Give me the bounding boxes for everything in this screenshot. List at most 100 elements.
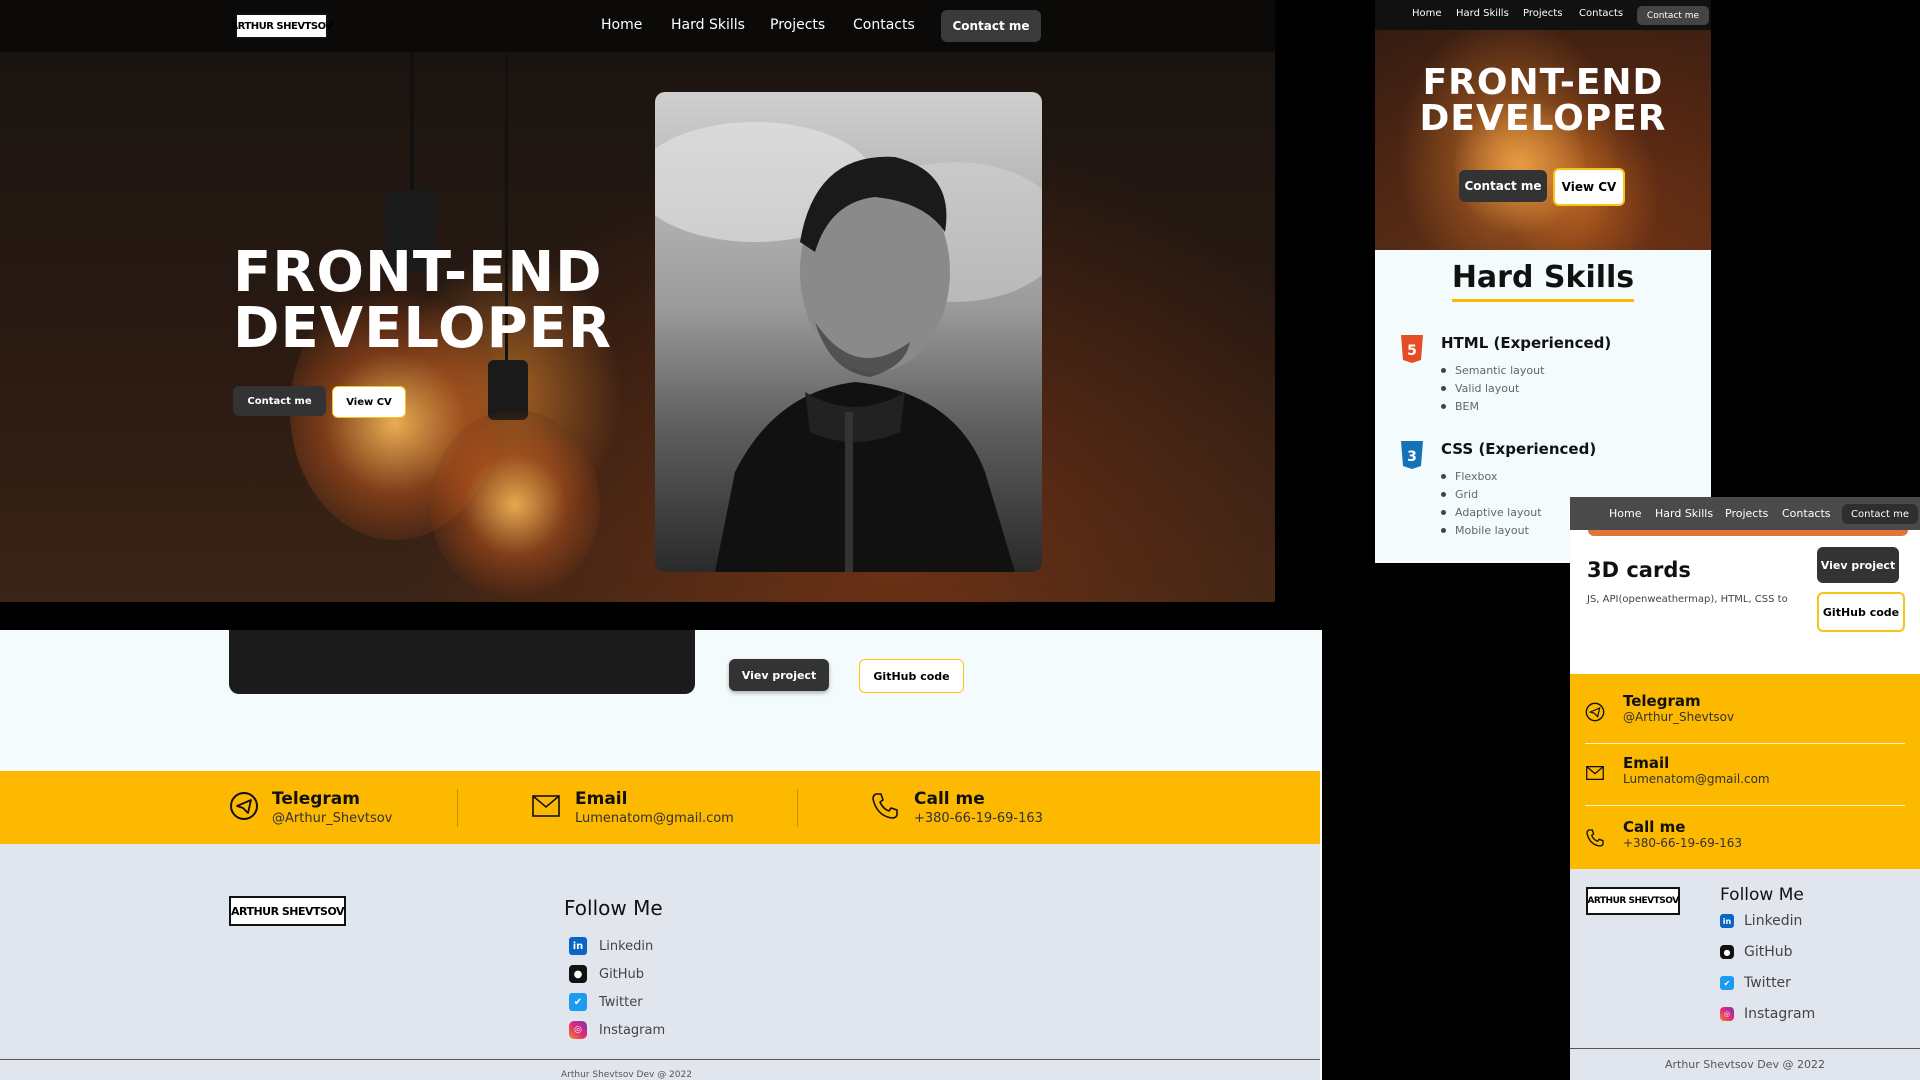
email-icon	[532, 795, 560, 817]
contact-email[interactable]: Email Lumenatom@gmail.com	[532, 789, 772, 829]
instagram-icon: ◎	[1720, 1007, 1734, 1021]
hard-skills-title: Hard Skills	[1451, 260, 1635, 302]
social-link-instagram[interactable]: ◎ Instagram	[1720, 1006, 1815, 1022]
contact-telegram[interactable]: Telegram @Arthur_Shevtsov	[229, 789, 439, 829]
github-code-button[interactable]: GitHub code	[859, 659, 964, 693]
contact-phone[interactable]: Call me +380-66-19-69-163	[1585, 812, 1905, 862]
svg-text:3: 3	[1407, 449, 1417, 465]
follow-me-title: Follow Me	[564, 896, 663, 920]
project-preview-card	[229, 630, 695, 694]
hero-title-line1: FRONT-END	[1422, 62, 1664, 103]
contact-title: Call me	[1623, 818, 1686, 836]
hard-skills-heading: Hard Skills	[1375, 260, 1711, 302]
phone-icon	[872, 793, 898, 819]
contact-email[interactable]: Email Lumenatom@gmail.com	[1585, 748, 1905, 806]
nav-contact-me-button[interactable]: Contact me	[1842, 504, 1918, 524]
copyright: Arthur Shevtsov Dev @ 2022	[1664, 1058, 1826, 1071]
social-label: Linkedin	[1744, 913, 1803, 929]
footer-logo[interactable]: ARTHUR SHEVTSOV	[229, 896, 346, 926]
nav-hard-skills[interactable]: Hard Skills	[671, 17, 745, 33]
copyright: Arthur Shevtsov Dev @ 2022	[561, 1070, 692, 1080]
desktop-bottom-screen: Viev project GitHub code Telegram @Arthu…	[0, 630, 1322, 1080]
nav-hard-skills[interactable]: Hard Skills	[1655, 507, 1713, 520]
nav-projects[interactable]: Projects	[770, 17, 825, 33]
social-label: Instagram	[1744, 1006, 1816, 1022]
skill-group-title: HTML (Experienced)	[1441, 334, 1612, 352]
footer-logo[interactable]: ARTHUR SHEVTSOV	[1586, 887, 1680, 915]
linkedin-icon: in	[1720, 914, 1734, 928]
twitter-icon: ✔	[1720, 976, 1734, 990]
nav-home[interactable]: Home	[1412, 8, 1442, 19]
nav-contacts[interactable]: Contacts	[1579, 8, 1623, 19]
tablet-hero-title: FRONT-END DEVELOPER	[1375, 65, 1711, 137]
tablet-contact-button[interactable]: Contact me	[1459, 170, 1547, 202]
contact-value: Lumenatom@gmail.com	[1623, 772, 1770, 786]
social-link-github[interactable]: ● GitHub	[1720, 944, 1793, 960]
contact-value: @Arthur_Shevtsov	[1623, 710, 1735, 724]
hero-title-line1: FRONT-END	[233, 240, 603, 305]
footer-divider	[1570, 1048, 1920, 1049]
github-code-button[interactable]: GitHub code	[1817, 592, 1905, 632]
contact-title: Telegram	[272, 789, 360, 809]
tablet-view-cv-button[interactable]: View CV	[1553, 168, 1625, 206]
tablet-navbar: Home Hard Skills Projects Contacts Conta…	[1375, 0, 1711, 30]
nav-projects[interactable]: Projects	[1523, 8, 1562, 19]
footer: ARTHUR SHEVTSOV Follow Me in Linkedin ● …	[0, 844, 1320, 1080]
social-link-instagram[interactable]: ◎ Instagram	[569, 1021, 665, 1039]
light-bulb-2	[430, 410, 600, 600]
nav-home[interactable]: Home	[601, 17, 642, 33]
project-card-desc: JS, API(openweathermap), HTML, CSS to	[1587, 594, 1788, 605]
logo[interactable]: ARTHUR SHEVTSOV	[230, 13, 333, 39]
hero-view-cv-button[interactable]: View CV	[332, 386, 406, 418]
contact-title: Email	[1623, 754, 1670, 772]
html5-icon: 5	[1401, 335, 1423, 363]
nav-contact-me-button[interactable]: Contact me	[941, 10, 1041, 42]
social-link-github[interactable]: ● GitHub	[569, 965, 644, 983]
css3-icon: 3	[1401, 441, 1423, 469]
nav-contact-me-button[interactable]: Contact me	[1637, 6, 1709, 25]
svg-text:5: 5	[1407, 343, 1417, 359]
social-link-linkedin[interactable]: in Linkedin	[569, 937, 653, 955]
skill-item: Mobile layout	[1441, 522, 1542, 540]
skill-item: Flexbox	[1441, 468, 1542, 486]
nav-home[interactable]: Home	[1609, 507, 1641, 520]
contact-value: +380-66-19-69-163	[914, 811, 1043, 826]
hero-contact-button[interactable]: Contact me	[233, 386, 326, 416]
portrait-photo	[655, 92, 1042, 572]
tablet-screen: Home Hard Skills Projects Contacts Conta…	[1375, 0, 1711, 563]
follow-me-title: Follow Me	[1720, 885, 1804, 905]
contact-phone[interactable]: Call me +380-66-19-69-163	[870, 789, 1110, 829]
twitter-icon: ✔	[569, 993, 587, 1011]
footer-divider	[0, 1059, 1320, 1060]
social-link-twitter[interactable]: ✔ Twitter	[1720, 975, 1791, 991]
skill-item: BEM	[1440, 398, 1544, 416]
github-icon: ●	[1720, 945, 1734, 959]
hero-title: FRONT-END DEVELOPER	[233, 245, 612, 357]
social-label: Linkedin	[599, 938, 654, 954]
social-label: Twitter	[1744, 975, 1791, 991]
nav-contacts[interactable]: Contacts	[1782, 507, 1831, 520]
desktop-hero-screen: ARTHUR SHEVTSOV Home Hard Skills Project…	[0, 0, 1275, 602]
mobile-contact-strip: Telegram @Arthur_Shevtsov Email Lumenato…	[1570, 674, 1920, 869]
skill-group-title: CSS (Experienced)	[1441, 440, 1597, 458]
social-label: Instagram	[599, 1022, 666, 1038]
nav-hard-skills[interactable]: Hard Skills	[1456, 8, 1509, 19]
social-link-linkedin[interactable]: in Linkedin	[1720, 913, 1802, 929]
hero-title-line2: DEVELOPER	[1419, 98, 1667, 139]
mobile-nav-accent	[1588, 530, 1908, 536]
view-project-button[interactable]: Viev project	[729, 659, 829, 691]
contact-title: Call me	[914, 789, 985, 809]
project-card-title: 3D cards	[1587, 558, 1691, 582]
social-label: GitHub	[599, 966, 645, 982]
portrait-illustration	[655, 122, 1042, 572]
view-project-button[interactable]: Viev project	[1817, 547, 1899, 583]
contact-telegram[interactable]: Telegram @Arthur_Shevtsov	[1585, 686, 1905, 744]
skill-item: Valid layout	[1440, 380, 1544, 398]
nav-projects[interactable]: Projects	[1725, 507, 1768, 520]
hero-background	[0, 50, 1275, 602]
social-link-twitter[interactable]: ✔ Twitter	[569, 993, 643, 1011]
telegram-icon	[230, 792, 258, 820]
nav-contacts[interactable]: Contacts	[853, 17, 915, 33]
skill-list: Flexbox Grid Adaptive layout Mobile layo…	[1441, 468, 1542, 540]
social-label: GitHub	[1744, 944, 1793, 960]
